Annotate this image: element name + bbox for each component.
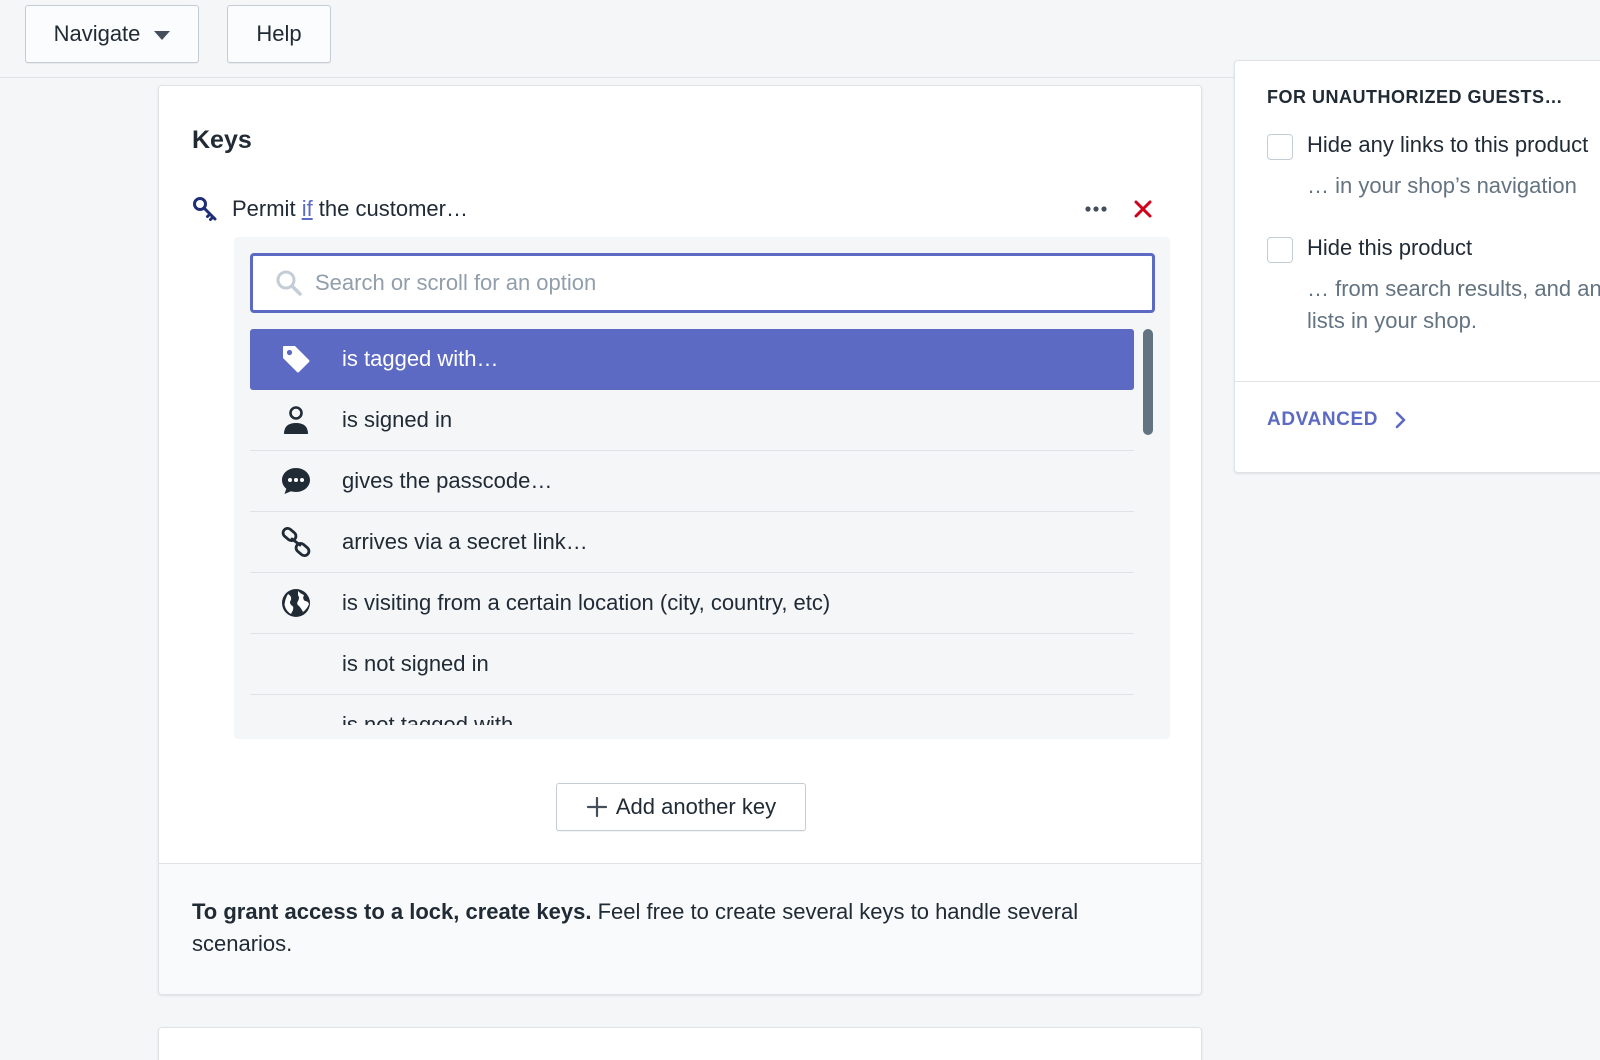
- divider: [1235, 381, 1600, 382]
- hide-product-help: … from search results, and any lists in …: [1307, 276, 1600, 333]
- link-icon: [281, 526, 311, 558]
- globe-icon: [282, 589, 310, 617]
- hide-links-label: Hide any links to this product: [1307, 132, 1589, 157]
- option-is-tagged-with[interactable]: is tagged with…: [250, 329, 1134, 390]
- advanced-label: ADVANCED: [1267, 409, 1379, 430]
- option-label: gives the passcode…: [342, 468, 553, 493]
- option-secret-link[interactable]: arrives via a secret link…: [250, 512, 1134, 573]
- option-label: is tagged with…: [342, 346, 499, 371]
- hide-product-label: Hide this product: [1307, 235, 1473, 260]
- caret-down-icon: [154, 30, 171, 40]
- close-icon[interactable]: [1130, 196, 1156, 222]
- option-label: is not signed in: [342, 651, 489, 676]
- search-icon: [276, 270, 302, 296]
- help-button[interactable]: Help: [227, 5, 331, 63]
- condition-dropdown: is tagged with… is signed in: [234, 237, 1170, 739]
- search-box[interactable]: [250, 253, 1155, 313]
- unauthorized-guests-card: FOR UNAUTHORIZED GUESTS… Hide any links …: [1234, 60, 1600, 473]
- card-footer: To grant access to a lock, create keys. …: [159, 863, 1201, 994]
- add-another-key-button[interactable]: Add another key: [556, 783, 806, 831]
- add-another-key-label: Add another key: [615, 794, 777, 819]
- option-is-signed-in[interactable]: is signed in: [250, 390, 1134, 451]
- next-card: [158, 1027, 1202, 1060]
- chevron-right-icon: [1395, 411, 1406, 429]
- option-label: arrives via a secret link…: [342, 529, 588, 554]
- keys-card: Keys Permit if the customer… Search or s…: [158, 85, 1202, 995]
- option-label: is not tagged with…: [342, 712, 536, 725]
- card-title: Keys: [192, 126, 252, 154]
- hide-product-option[interactable]: Hide this product … from search results,…: [1267, 235, 1600, 337]
- more-horizontal-icon[interactable]: [1082, 197, 1110, 221]
- option-label: is visiting from a certain location (cit…: [342, 590, 831, 615]
- option-gives-passcode[interactable]: gives the passcode…: [250, 451, 1134, 512]
- tag-icon: [283, 346, 310, 373]
- key-condition-text: Permit if the customer…: [232, 196, 468, 222]
- option-list[interactable]: is tagged with… is signed in gives the p…: [250, 329, 1134, 725]
- option-not-signed-in[interactable]: is not signed in: [250, 634, 1134, 695]
- option-not-tagged-with[interactable]: is not tagged with…: [250, 695, 1134, 725]
- person-icon: [284, 406, 308, 434]
- advanced-link[interactable]: ADVANCED: [1267, 409, 1408, 431]
- key-suffix: the customer…: [312, 196, 468, 221]
- help-button-label: Help: [256, 21, 302, 46]
- if-link[interactable]: if: [302, 196, 313, 221]
- footer-bold-text: To grant access to a lock, create keys.: [192, 899, 592, 924]
- key-row: Permit if the customer…: [192, 191, 1170, 227]
- option-label: is signed in: [342, 407, 453, 432]
- page: Navigate Help Keys Permit if the custome…: [0, 0, 1600, 1060]
- section-heading: FOR UNAUTHORIZED GUESTS…: [1267, 87, 1564, 107]
- hide-links-option[interactable]: Hide any links to this product … in your…: [1267, 132, 1600, 202]
- search-input[interactable]: [315, 270, 1135, 296]
- chat-bubble-icon: [282, 468, 310, 494]
- hide-product-checkbox[interactable]: [1267, 237, 1293, 263]
- key-icon: [193, 197, 217, 221]
- scrollbar-thumb[interactable]: [1143, 329, 1153, 435]
- key-prefix: Permit: [232, 196, 302, 221]
- navigate-button[interactable]: Navigate: [25, 5, 199, 63]
- navigate-button-label: Navigate: [53, 21, 141, 46]
- option-location[interactable]: is visiting from a certain location (cit…: [250, 573, 1134, 634]
- hide-links-checkbox[interactable]: [1267, 134, 1293, 160]
- plus-icon: [586, 796, 607, 818]
- hide-links-help: … in your shop’s navigation: [1307, 173, 1577, 198]
